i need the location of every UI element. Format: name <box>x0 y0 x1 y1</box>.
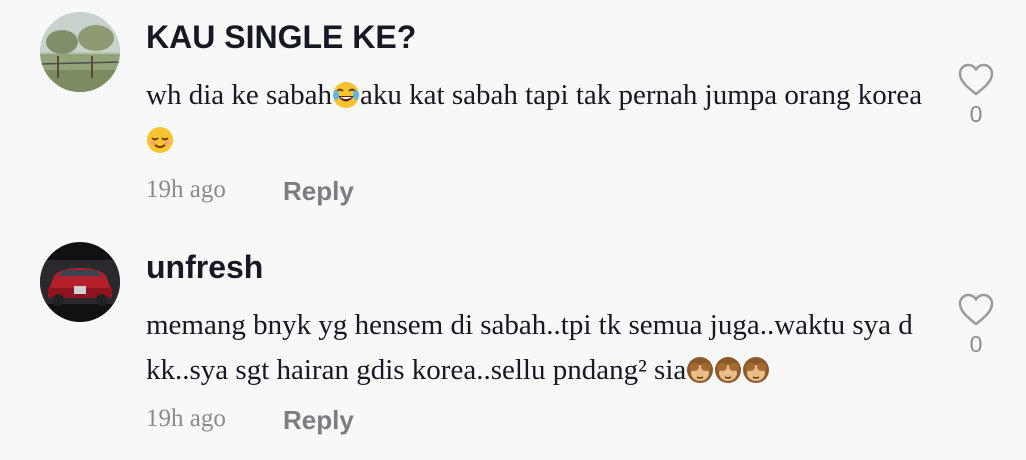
comment-username[interactable]: unfresh <box>146 249 263 285</box>
avatar[interactable] <box>40 12 120 92</box>
comment-text-part: aku kat sabah tapi tak pernah jumpa oran… <box>360 79 923 111</box>
red-car-avatar-image <box>40 242 120 322</box>
reply-button[interactable]: Reply <box>283 405 354 436</box>
see-no-evil-monkey-icon <box>715 357 742 383</box>
avatar[interactable] <box>40 242 120 322</box>
comment-timestamp: 19h ago <box>146 405 226 432</box>
comment-text-part: wh dia ke sabah <box>146 79 333 111</box>
comment-text: memang bnyk yg hensem di sabah..tpi tk s… <box>146 303 936 393</box>
face-with-tears-of-joy-icon <box>333 82 360 108</box>
see-no-evil-monkey-icon <box>743 357 770 383</box>
comment-text-part: memang bnyk yg hensem di sabah..tpi tk s… <box>146 309 913 386</box>
see-no-evil-monkey-icon <box>687 357 714 383</box>
reply-button[interactable]: Reply <box>283 176 354 207</box>
heart-icon[interactable] <box>958 293 994 327</box>
like-count: 0 <box>969 331 983 357</box>
comment-text: wh dia ke sabah aku kat sabah tapi tak pe… <box>146 73 936 163</box>
relieved-face-icon <box>147 127 173 153</box>
like-count: 0 <box>969 101 983 127</box>
like-button[interactable]: 0 <box>954 63 998 128</box>
heart-icon[interactable] <box>958 63 994 97</box>
like-button[interactable]: 0 <box>954 293 998 358</box>
comment-item: KAU SINGLE KE? wh dia ke sabah aku kat sa… <box>0 0 1026 230</box>
landscape-photo-avatar-image <box>40 12 120 92</box>
comment-username[interactable]: KAU SINGLE KE? <box>146 19 416 55</box>
comment-timestamp: 19h ago <box>146 176 226 203</box>
comment-item: unfresh memang bnyk yg hensem di sabah..… <box>0 230 1026 460</box>
